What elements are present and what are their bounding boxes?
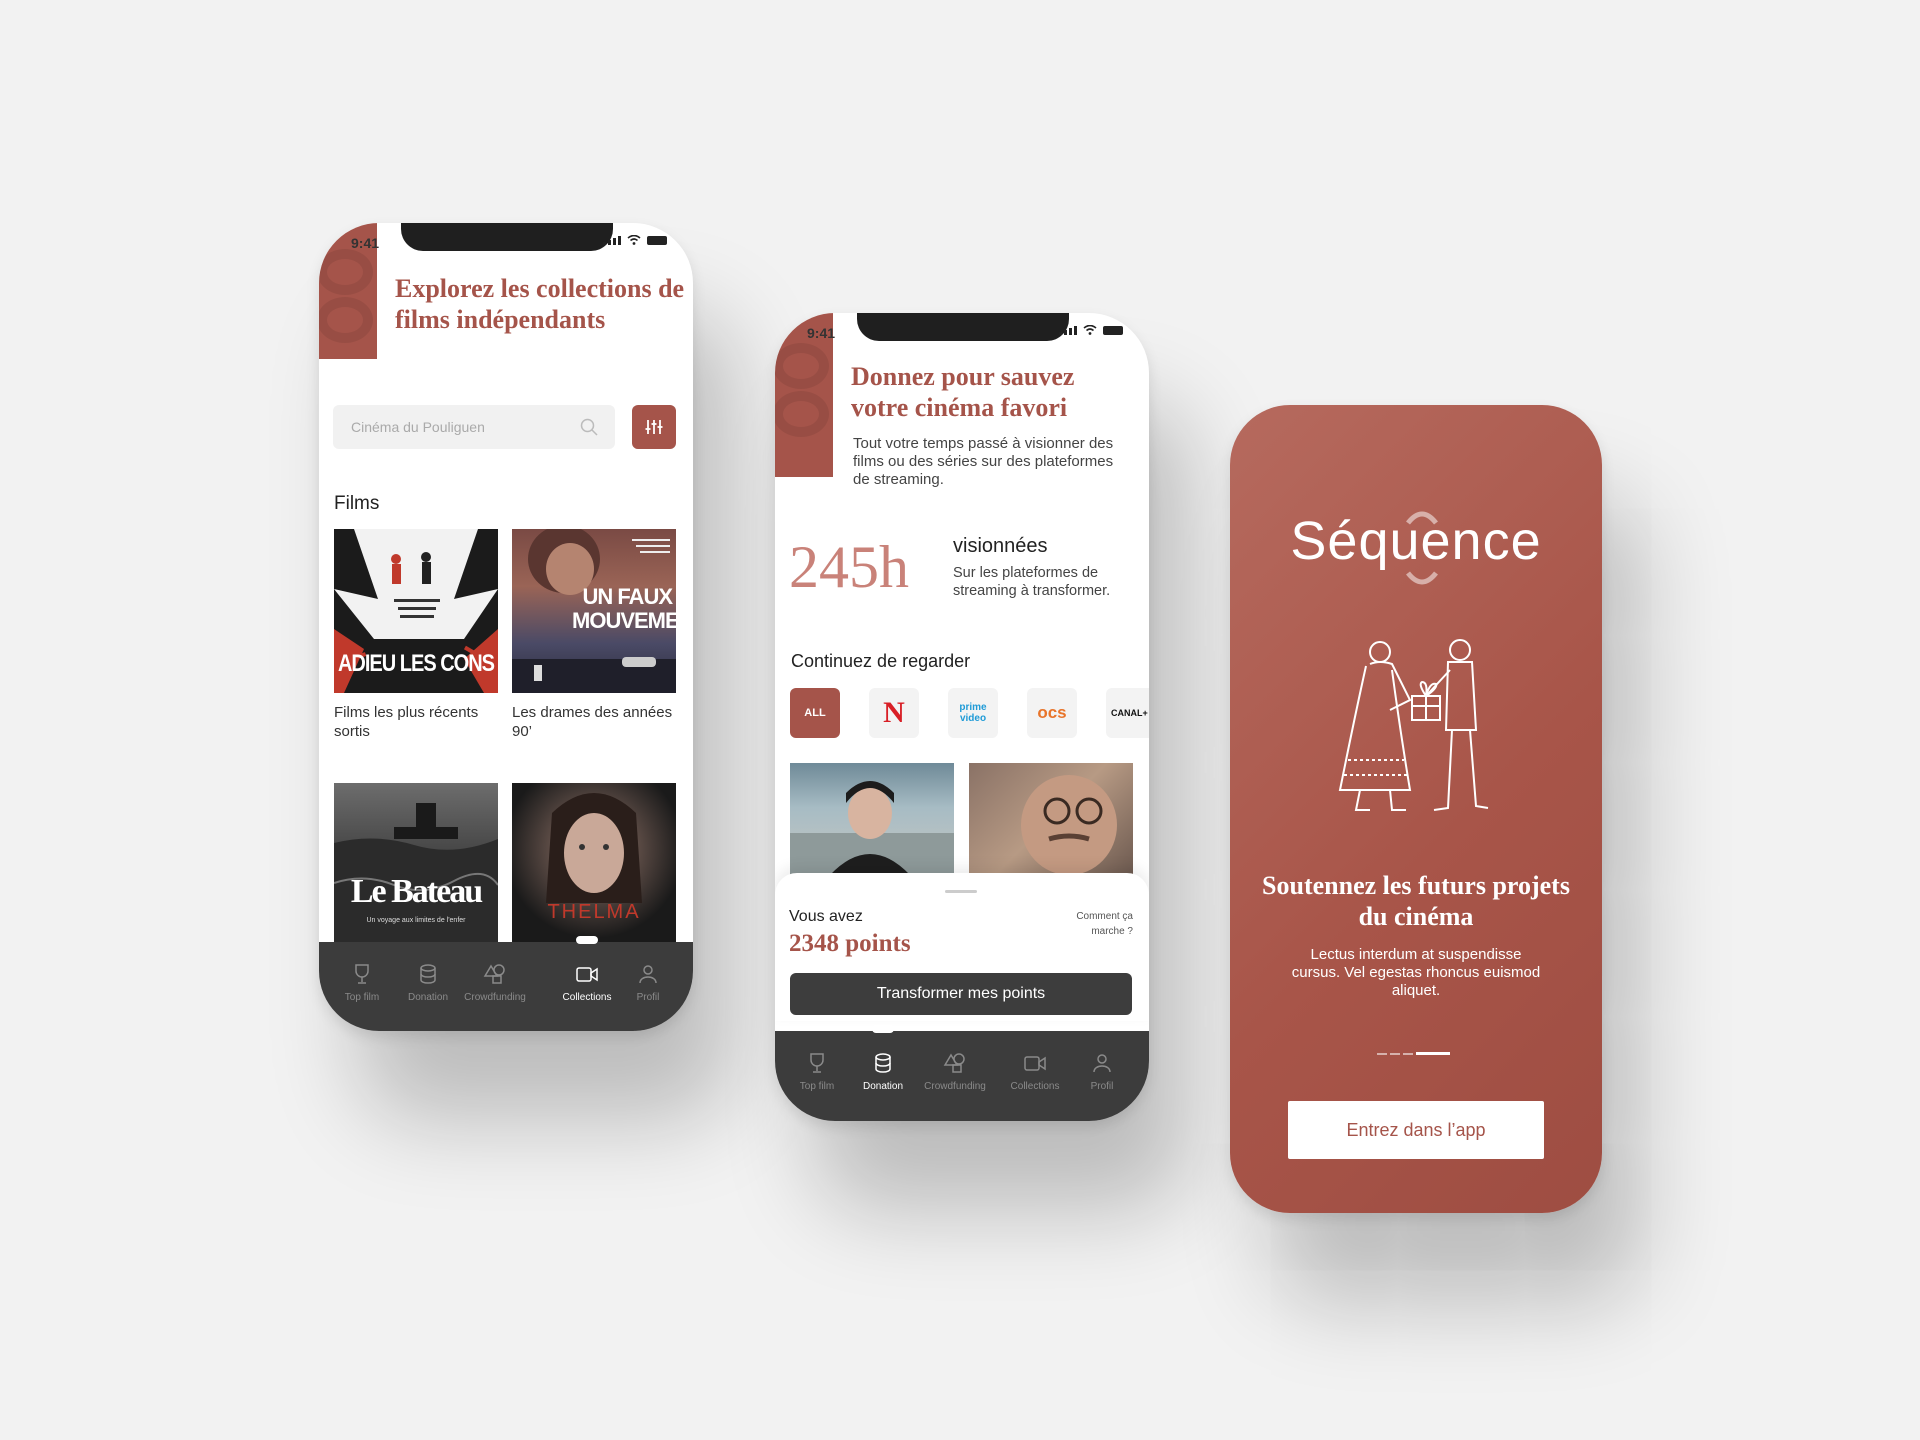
tab-donation[interactable]: Donation [848,1051,918,1092]
shapes-icon [943,1053,965,1073]
points-label: Vous avez [789,908,863,925]
gift-giving-illustration [1338,639,1489,811]
page-dot [1403,1052,1413,1055]
tab-crowdfunding[interactable]: Crowdfunding [460,962,530,1003]
status-time: 9:41 [807,325,836,341]
active-tab-indicator [872,1025,894,1033]
notch [857,313,1069,341]
signal-icon [603,236,621,245]
tab-label: Donation [862,1081,904,1092]
points-value: 2348 points [789,930,911,957]
search-icon [580,418,598,436]
donation-phone: 9:41 Donnez pour sauvez votre cinéma fav… [775,313,1149,1121]
transform-points-button[interactable]: Transformer mes points [790,973,1132,1015]
page-dot [1377,1052,1387,1055]
tab-bar: Top film Donation Crowdfunding Collectio… [775,1025,1149,1121]
tab-top-film[interactable]: Top film [782,1051,852,1092]
poster-title: THELMA [547,901,641,923]
tab-crowdfunding[interactable]: Crowdfunding [920,1051,990,1092]
platform-chip-all[interactable]: ALL [790,688,840,738]
tab-label: Top film [799,1081,835,1092]
wifi-icon [1083,325,1097,335]
tab-top-film[interactable]: Top film [327,962,397,1003]
search-placeholder: Cinéma du Pouliguen [351,419,485,435]
thumbnail-art [1021,775,1117,875]
onboarding-phone: Séquence Soutennez les futurs projets du… [1230,405,1602,1213]
section-title-films: Films [334,493,380,514]
sheet-handle[interactable] [945,890,977,893]
hours-value: 245h [789,534,909,600]
user-icon [1093,1054,1111,1073]
poster-un-faux-mouvement[interactable]: UN FAUX MOUVEMENT [512,529,676,693]
tab-profil[interactable]: Profil [1067,1051,1137,1092]
enter-app-button[interactable]: Entrez dans l’app [1288,1101,1544,1159]
points-sheet: Vous avez 2348 points Comment ça marche … [775,873,1149,1021]
platform-chip-prime-video[interactable]: prime video [948,688,998,738]
section-title-continue: Continuez de regarder [791,651,971,671]
page-title: Explorez les collections de films indépe… [395,274,685,334]
poster-caption: Les drames des années 90’ [512,704,673,740]
trophy-icon [355,964,369,984]
how-it-works-link[interactable]: Comment ça marche ? [1053,909,1133,939]
notch [401,223,613,251]
page-dot [1390,1052,1400,1055]
poster-title: ADIEU LES CONS [337,650,495,678]
video-camera-icon [576,967,598,982]
platform-chip-canal-plus[interactable]: CANAL+ [1106,688,1149,738]
wifi-icon [627,235,641,245]
filter-button[interactable] [632,405,676,449]
coins-icon [420,964,436,984]
app-logo: Séquence [1290,511,1542,571]
battery-icon [647,236,667,245]
tab-bar: Top film Donation Crowdfunding Collectio… [319,936,693,1031]
video-thumbnail[interactable] [969,763,1133,875]
status-time: 9:41 [351,235,380,251]
trophy-icon [810,1053,824,1073]
poster-thelma[interactable]: THELMA [512,783,676,947]
page-dot-active [1416,1052,1450,1055]
viewed-label: visionnées [953,535,1048,557]
tab-label: Donation [407,992,449,1003]
user-icon [639,965,657,984]
tab-collections[interactable]: Collections [552,962,622,1003]
tab-label: Crowdfunding [464,992,526,1003]
video-thumbnail[interactable] [790,763,954,875]
tab-collections[interactable]: Collections [1000,1051,1070,1092]
onboarding-heading: Soutennez les futurs projets du cinéma [1262,871,1570,931]
coins-icon [875,1053,891,1073]
video-camera-icon [1024,1056,1046,1071]
viewed-subtext: Sur les plateformes de streaming à trans… [953,565,1111,599]
page-title: Donnez pour sauvez votre cinéma favori [851,362,1075,422]
tab-label: Top film [344,992,380,1003]
signal-icon [1059,326,1077,335]
platform-chip-ocs[interactable]: ocs [1027,688,1077,738]
sliders-icon [645,420,663,434]
tab-label: Crowdfunding [924,1081,986,1092]
search-input[interactable]: Cinéma du Pouliguen [333,405,615,449]
platform-chip-netflix[interactable]: N [869,688,919,738]
poster-caption: Films les plus récents sortis [334,704,479,740]
tab-profil[interactable]: Profil [613,962,683,1003]
thumbnail-art [790,781,954,875]
poster-subtitle: Un voyage aux limites de l'enfer [366,917,466,924]
collections-phone: 9:41 Explorez les collections de films i… [319,223,693,1031]
poster-title: UN FAUX MOUVEMENT [572,584,676,633]
poster-title: Le Bateau [350,873,483,910]
tab-label: Profil [1090,1081,1114,1092]
status-icons [1059,325,1123,335]
status-icons [603,235,667,245]
tab-label: Profil [636,992,660,1003]
page-description: Tout votre temps passé à visionner des f… [853,435,1114,488]
battery-icon [1103,326,1123,335]
poster-le-bateau[interactable]: Le Bateau Un voyage aux limites de l'enf… [334,783,498,947]
onboarding-body: Lectus interdum at suspendisse cursus. V… [1291,946,1541,999]
tab-label: Collections [1010,1081,1060,1092]
page-indicator [1377,1052,1450,1055]
poster-adieu-les-cons[interactable]: ADIEU LES CONS [334,529,498,693]
shapes-icon [483,964,505,984]
active-tab-indicator [576,936,598,944]
tab-label: Collections [562,992,612,1003]
tab-donation[interactable]: Donation [393,962,463,1003]
